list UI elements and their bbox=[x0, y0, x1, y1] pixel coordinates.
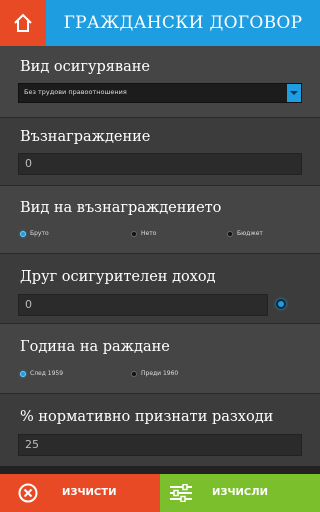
insurance-type-select[interactable]: Без трудови правоотношения bbox=[18, 83, 302, 103]
footer-divider bbox=[0, 466, 320, 474]
radio-after-1959-label: След 1959 bbox=[30, 370, 64, 377]
radio-before-1960-label: Преди 1960 bbox=[141, 370, 179, 377]
remuneration-type-label: Вид на възнаграждението bbox=[20, 200, 222, 216]
clear-button-label: ИЗЧИСТИ bbox=[62, 487, 117, 498]
radio-gross-label: Бруто bbox=[30, 230, 49, 237]
radio-net-dot bbox=[131, 230, 137, 237]
insurance-type-value: Без трудови правоотношения bbox=[24, 88, 127, 96]
radio-budget-label: Бюджет bbox=[237, 230, 263, 237]
insurance-type-label: Вид осигуряване bbox=[20, 59, 150, 75]
calculate-button-label: ИЗЧИСЛИ bbox=[212, 487, 268, 498]
expenses-input[interactable]: 25 bbox=[18, 434, 302, 456]
radio-after-1959-dot bbox=[20, 370, 26, 377]
other-income-toggle[interactable] bbox=[276, 299, 286, 309]
remuneration-type-section: Вид на възнаграждението Бруто Нето Бюдже… bbox=[0, 186, 320, 254]
remuneration-label: Възнаграждение bbox=[20, 129, 151, 145]
radio-gross-dot bbox=[20, 230, 26, 237]
clear-icon bbox=[16, 474, 40, 512]
radio-gross[interactable]: Бруто bbox=[20, 230, 49, 237]
calculate-button[interactable]: ИЗЧИСЛИ bbox=[160, 474, 320, 512]
dropdown-arrow-icon bbox=[287, 84, 301, 102]
home-button[interactable] bbox=[0, 0, 46, 46]
other-income-input[interactable]: 0 bbox=[18, 294, 268, 316]
other-income-value: 0 bbox=[25, 298, 32, 311]
expenses-value: 25 bbox=[25, 438, 39, 451]
page-title: ГРАЖДАНСКИ ДОГОВОР bbox=[63, 13, 303, 33]
app-header: ГРАЖДАНСКИ ДОГОВОР bbox=[0, 0, 320, 46]
radio-net[interactable]: Нето bbox=[131, 230, 156, 237]
expenses-section: % нормативно признати разходи 25 bbox=[0, 394, 320, 466]
radio-before-1960[interactable]: Преди 1960 bbox=[131, 370, 178, 377]
radio-net-label: Нето bbox=[141, 230, 157, 237]
other-income-label: Друг осигурителен доход bbox=[20, 269, 216, 285]
insurance-type-section: Вид осигуряване Без трудови правоотношен… bbox=[0, 46, 320, 118]
radio-budget-dot bbox=[227, 230, 233, 237]
remuneration-value: 0 bbox=[25, 157, 32, 170]
other-income-section: Друг осигурителен доход 0 bbox=[0, 254, 320, 324]
sliders-icon bbox=[170, 474, 192, 512]
radio-before-1960-dot bbox=[131, 370, 137, 377]
radio-budget[interactable]: Бюджет bbox=[227, 230, 263, 237]
birth-year-label: Година на раждане bbox=[20, 339, 170, 355]
radio-after-1959[interactable]: След 1959 bbox=[20, 370, 63, 377]
clear-button[interactable]: ИЗЧИСТИ bbox=[0, 474, 160, 512]
form-content: Вид осигуряване Без трудови правоотношен… bbox=[0, 46, 320, 466]
home-icon bbox=[14, 13, 32, 32]
remuneration-section: Възнаграждение 0 bbox=[0, 118, 320, 186]
expenses-label: % нормативно признати разходи bbox=[20, 409, 274, 425]
remuneration-input[interactable]: 0 bbox=[18, 153, 302, 175]
birth-year-section: Година на раждане След 1959 Преди 1960 bbox=[0, 324, 320, 394]
